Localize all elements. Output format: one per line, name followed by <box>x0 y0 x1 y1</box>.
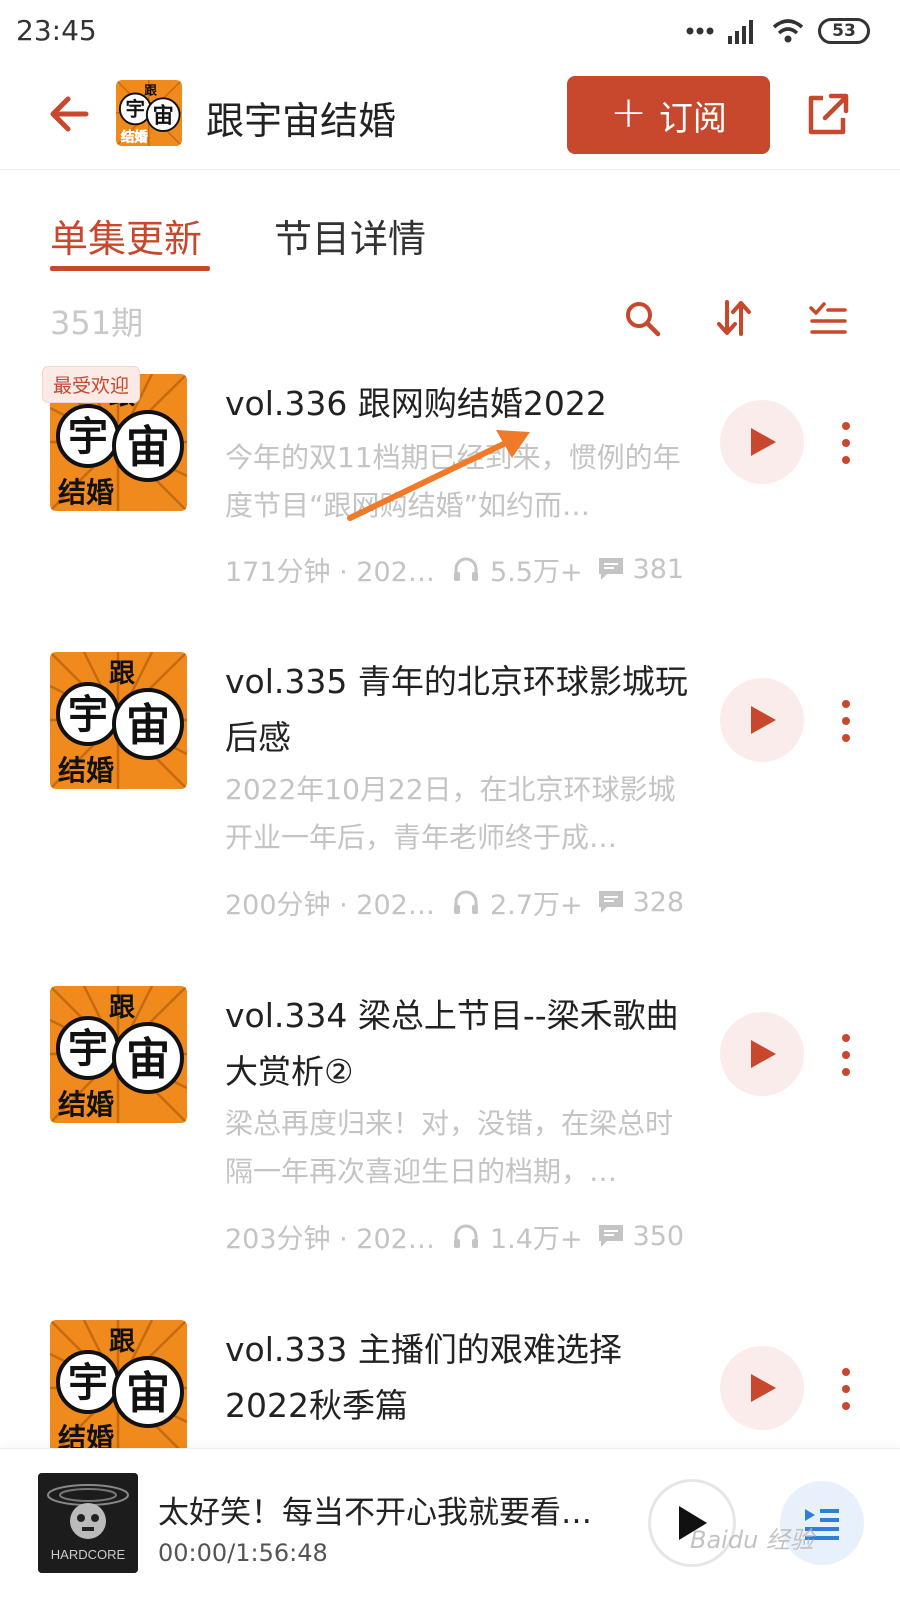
play-icon <box>751 1040 776 1068</box>
headphones-icon <box>454 1224 478 1248</box>
sort-icon[interactable] <box>714 298 754 338</box>
episode-count: 351期 <box>50 304 144 342</box>
cover-char: 结婚 <box>58 476 114 509</box>
more-options-icon[interactable] <box>836 1030 856 1080</box>
cover-char: 跟 <box>109 659 135 689</box>
now-playing-cover[interactable]: HARDCORE <box>38 1473 138 1573</box>
share-icon[interactable] <box>803 90 851 138</box>
cover-char: 宙 <box>153 102 174 127</box>
podcast-title: 跟宇宙结婚 <box>206 99 397 143</box>
status-icons: 53 <box>686 16 870 46</box>
signal-icon <box>728 20 753 44</box>
tab-details[interactable]: 节目详情 <box>274 208 426 263</box>
comment-icon <box>598 891 623 913</box>
now-playing-cover-art: HARDCORE <box>38 1473 138 1573</box>
play-icon <box>751 428 776 456</box>
cover-char: 结婚 <box>121 129 148 146</box>
battery-indicator: 53 <box>818 18 870 44</box>
play-icon <box>751 1374 776 1402</box>
more-options-icon[interactable] <box>836 418 856 468</box>
cover-char: 跟 <box>144 82 157 97</box>
episode-comments: 381 <box>632 553 685 585</box>
episode-title: vol.334 梁总上节目--梁禾歌曲大赏析② <box>225 996 679 1091</box>
episode-plays: 2.7万+ <box>490 889 583 921</box>
list-item[interactable]: 跟宇宙结婚 vol.333 主播们的艰难选择2022秋季篇 <box>0 1320 900 1448</box>
episode-description: 2022年10月22日，在北京环球影城开业一年后，青年老师终于成… <box>225 773 676 854</box>
podcast-cover[interactable]: 宇 宙 跟 结婚 <box>116 80 182 146</box>
tab-episodes[interactable]: 单集更新 <box>50 208 202 263</box>
episode-duration: 203分钟 · 202… <box>225 1223 435 1255</box>
cover-char: 宙 <box>126 1034 170 1085</box>
cover-char: 宇 <box>68 1026 108 1072</box>
wifi-icon <box>772 19 804 43</box>
cover-label: HARDCORE <box>51 1547 126 1562</box>
cover-char: 结婚 <box>58 754 114 787</box>
comment-icon <box>598 558 623 580</box>
list-item[interactable]: 跟宇宙结婚 vol.335 青年的北京环球影城玩后感 2022年10月22日，在… <box>0 652 900 952</box>
back-arrow-icon[interactable] <box>46 90 94 138</box>
subscribe-button[interactable]: + 订阅 <box>567 76 770 154</box>
play-button[interactable] <box>720 1012 804 1096</box>
popular-badge: 最受欢迎 <box>42 366 141 403</box>
episode-meta: 200分钟 · 202… 2.7万+ 328 <box>225 882 695 922</box>
more-dots-icon <box>686 27 714 35</box>
episode-title: vol.336 跟网购结婚2022 <box>225 384 607 423</box>
episode-comments: 350 <box>632 1220 685 1252</box>
cover-char: 宙 <box>126 1368 170 1419</box>
episode-cover-art: 跟宇宙结婚 <box>50 652 187 789</box>
episode-cover-art: 跟宇宙结婚 <box>50 1320 187 1448</box>
cover-char: 结婚 <box>58 1422 114 1448</box>
now-playing-title: 太好笑！每当不开心我就要看… <box>158 1495 592 1531</box>
comment-icon <box>598 1225 623 1247</box>
cover-char: 跟 <box>109 993 135 1023</box>
episode-description: 今年的双11档期已经到来，惯例的年度节目“跟网购结婚”如约而… <box>225 441 681 522</box>
episode-plays: 5.5万+ <box>490 556 583 588</box>
cover-char: 宇 <box>68 692 108 738</box>
episode-meta: 203分钟 · 202… 1.4万+ 350 <box>225 1216 695 1256</box>
episode-description: 梁总再度归来！对，没错，在梁总时隔一年再次喜迎生日的档期，… <box>225 1107 674 1188</box>
episode-comments: 328 <box>632 886 685 918</box>
now-playing-time: 00:00/1:56:48 <box>158 1539 328 1567</box>
status-bar: 23:45 53 <box>0 0 900 62</box>
cover-char: 宇 <box>68 414 108 460</box>
plus-icon: + <box>610 87 647 138</box>
more-options-icon[interactable] <box>836 696 856 746</box>
play-button[interactable] <box>720 1346 804 1430</box>
headphones-icon <box>454 557 478 581</box>
episode-cover[interactable]: 跟宇宙结婚 <box>50 1320 187 1448</box>
cover-char: 宇 <box>126 98 145 121</box>
episode-cover[interactable]: 跟宇宙结婚 <box>50 652 187 789</box>
status-time: 23:45 <box>16 14 97 47</box>
episode-plays: 1.4万+ <box>490 1223 583 1255</box>
cover-char: 宇 <box>68 1360 108 1406</box>
cover-char: 跟 <box>109 1327 135 1357</box>
search-icon[interactable] <box>622 298 662 338</box>
episode-cover-art: 跟宇宙结婚 <box>50 986 187 1123</box>
cover-char: 宙 <box>126 422 170 473</box>
play-button[interactable] <box>720 400 804 484</box>
list-item[interactable]: 跟宇宙结婚 vol.334 梁总上节目--梁禾歌曲大赏析② 梁总再度归来！对，没… <box>0 986 900 1286</box>
tab-active-indicator <box>50 266 210 271</box>
batch-select-icon[interactable] <box>808 298 848 338</box>
episode-duration: 200分钟 · 202… <box>225 889 435 921</box>
play-icon <box>751 706 776 734</box>
episode-duration: 171分钟 · 202… <box>225 556 435 588</box>
more-options-icon[interactable] <box>836 1364 856 1414</box>
episode-title: vol.333 主播们的艰难选择2022秋季篇 <box>225 1330 622 1425</box>
cover-char: 结婚 <box>58 1088 114 1121</box>
play-button[interactable] <box>720 678 804 762</box>
episode-cover[interactable]: 跟宇宙结婚 <box>50 986 187 1123</box>
watermark: Baidu 经验 <box>690 1526 814 1554</box>
episode-meta: 171分钟 · 202… 5.5万+ 381 <box>225 549 695 589</box>
cover-char: 宙 <box>126 700 170 751</box>
podcast-cover-art: 宇 宙 跟 结婚 <box>116 80 182 146</box>
list-item[interactable]: 最受欢迎 跟宇宙结婚 vol.336 跟网购结婚2022 今年的双11档期已经到… <box>0 366 900 674</box>
headphones-icon <box>454 890 478 914</box>
header: 宇 宙 跟 结婚 跟宇宙结婚 + 订阅 <box>0 62 900 170</box>
subscribe-label: 订阅 <box>658 98 727 139</box>
episode-title: vol.335 青年的北京环球影城玩后感 <box>225 662 688 757</box>
